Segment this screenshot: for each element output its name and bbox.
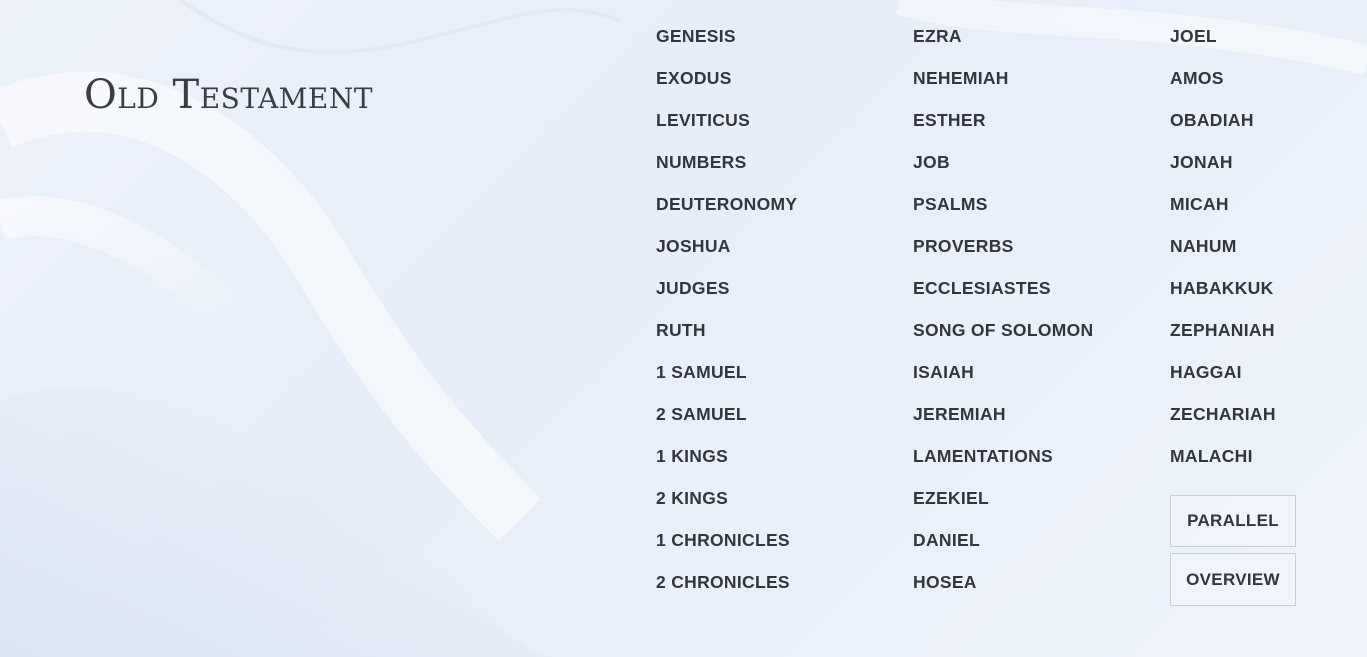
book-link-nehemiah[interactable]: NEHEMIAH bbox=[913, 66, 1093, 108]
book-link-obadiah[interactable]: OBADIAH bbox=[1170, 108, 1276, 150]
book-link-2-chronicles[interactable]: 2 CHRONICLES bbox=[656, 570, 797, 612]
book-link-leviticus[interactable]: LEVITICUS bbox=[656, 108, 797, 150]
book-column-3: JOEL AMOS OBADIAH JONAH MICAH NAHUM HABA… bbox=[1170, 24, 1276, 486]
book-link-song-of-solomon[interactable]: SONG OF SOLOMON bbox=[913, 318, 1093, 360]
book-link-1-kings[interactable]: 1 KINGS bbox=[656, 444, 797, 486]
page-title: Old Testament bbox=[84, 72, 374, 118]
book-link-ruth[interactable]: RUTH bbox=[656, 318, 797, 360]
book-link-1-samuel[interactable]: 1 SAMUEL bbox=[656, 360, 797, 402]
book-link-ezra[interactable]: EZRA bbox=[913, 24, 1093, 66]
book-link-haggai[interactable]: HAGGAI bbox=[1170, 360, 1276, 402]
book-link-lamentations[interactable]: LAMENTATIONS bbox=[913, 444, 1093, 486]
book-link-joshua[interactable]: JOSHUA bbox=[656, 234, 797, 276]
book-link-ecclesiastes[interactable]: ECCLESIASTES bbox=[913, 276, 1093, 318]
book-link-exodus[interactable]: EXODUS bbox=[656, 66, 797, 108]
book-column-1: GENESIS EXODUS LEVITICUS NUMBERS DEUTERO… bbox=[656, 24, 797, 612]
book-link-numbers[interactable]: NUMBERS bbox=[656, 150, 797, 192]
book-link-daniel[interactable]: DANIEL bbox=[913, 528, 1093, 570]
book-link-proverbs[interactable]: PROVERBS bbox=[913, 234, 1093, 276]
book-link-jeremiah[interactable]: JEREMIAH bbox=[913, 402, 1093, 444]
book-link-malachi[interactable]: MALACHI bbox=[1170, 444, 1276, 486]
book-link-ezekiel[interactable]: EZEKIEL bbox=[913, 486, 1093, 528]
book-link-zechariah[interactable]: ZECHARIAH bbox=[1170, 402, 1276, 444]
book-link-2-samuel[interactable]: 2 SAMUEL bbox=[656, 402, 797, 444]
book-column-2: EZRA NEHEMIAH ESTHER JOB PSALMS PROVERBS… bbox=[913, 24, 1093, 612]
book-link-hosea[interactable]: HOSEA bbox=[913, 570, 1093, 612]
book-link-habakkuk[interactable]: HABAKKUK bbox=[1170, 276, 1276, 318]
book-link-micah[interactable]: MICAH bbox=[1170, 192, 1276, 234]
book-link-isaiah[interactable]: ISAIAH bbox=[913, 360, 1093, 402]
parallel-button[interactable]: PARALLEL bbox=[1170, 495, 1296, 547]
book-link-genesis[interactable]: GENESIS bbox=[656, 24, 797, 66]
book-link-judges[interactable]: JUDGES bbox=[656, 276, 797, 318]
book-link-jonah[interactable]: JONAH bbox=[1170, 150, 1276, 192]
book-link-psalms[interactable]: PSALMS bbox=[913, 192, 1093, 234]
overview-button[interactable]: OVERVIEW bbox=[1170, 553, 1296, 606]
book-link-2-kings[interactable]: 2 KINGS bbox=[656, 486, 797, 528]
book-link-joel[interactable]: JOEL bbox=[1170, 24, 1276, 66]
book-link-esther[interactable]: ESTHER bbox=[913, 108, 1093, 150]
book-link-deuteronomy[interactable]: DEUTERONOMY bbox=[656, 192, 797, 234]
book-link-nahum[interactable]: NAHUM bbox=[1170, 234, 1276, 276]
book-link-1-chronicles[interactable]: 1 CHRONICLES bbox=[656, 528, 797, 570]
book-link-zephaniah[interactable]: ZEPHANIAH bbox=[1170, 318, 1276, 360]
book-link-amos[interactable]: AMOS bbox=[1170, 66, 1276, 108]
book-link-job[interactable]: JOB bbox=[913, 150, 1093, 192]
